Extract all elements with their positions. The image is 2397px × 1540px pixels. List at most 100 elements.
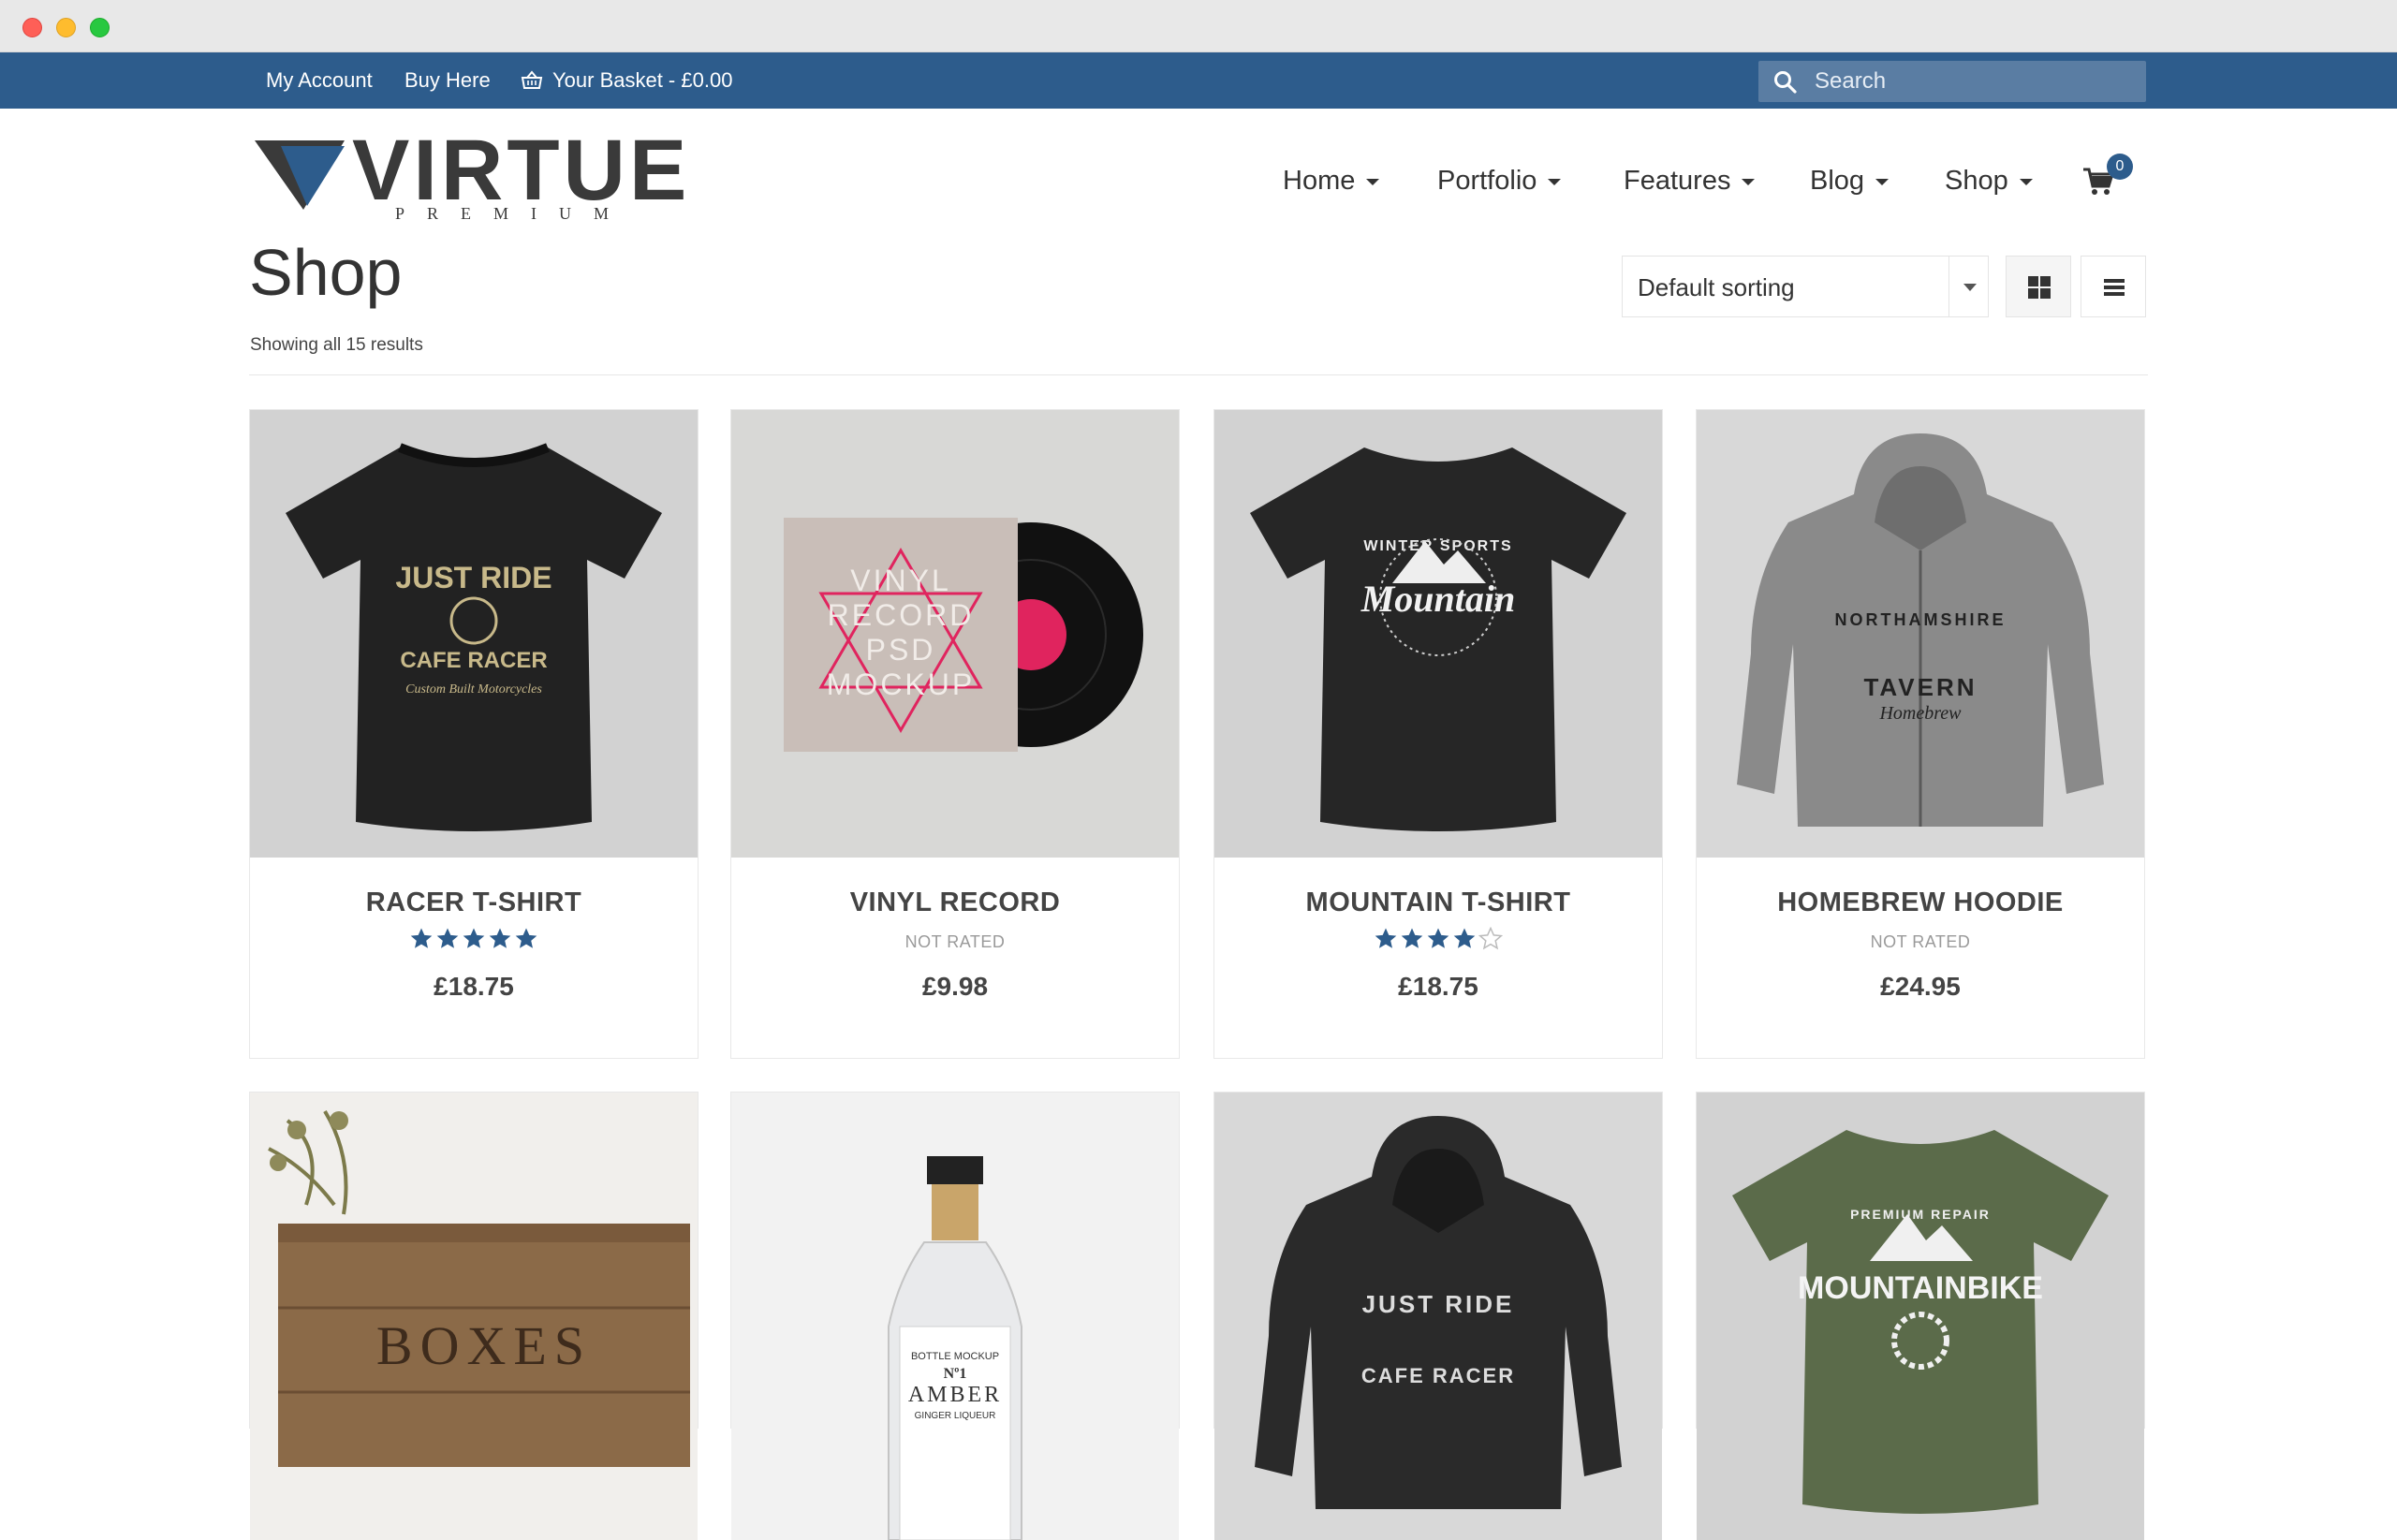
nav-item-blog[interactable]: Blog (1810, 157, 1890, 204)
product-image[interactable]: BOTTLE MOCKUP Nº1 AMBER GINGER LIQUEUR (731, 1093, 1179, 1540)
nav-item-label: Features (1624, 166, 1731, 196)
grid-icon (2028, 276, 2051, 299)
sorting-select-value: Default sorting (1638, 273, 1795, 301)
not-rated-label: NOT RATED (904, 932, 1006, 951)
product-card[interactable]: VINYL RECORD PSD MOCKUP VINYL RECORD NOT… (730, 409, 1180, 1059)
nav-item-label: Blog (1810, 166, 1865, 196)
star-filled-icon (515, 928, 537, 948)
basket-link[interactable]: Your Basket - £0.00 (552, 52, 732, 109)
product-card[interactable]: BOXES (249, 1092, 699, 1540)
image-text: WINTER SPORTS (1363, 538, 1512, 554)
hoodie-image: JUST RIDE CAFE RACER (1214, 1093, 1662, 1540)
product-name[interactable]: VINYL RECORD (731, 887, 1179, 918)
window-titlebar (0, 0, 2397, 52)
product-image[interactable]: JUST RIDE CAFE RACER (1214, 1093, 1662, 1540)
image-text: Custom Built Motorcycles (405, 682, 542, 697)
image-text: RECORD (828, 598, 975, 632)
image-text: AMBER (908, 1383, 1002, 1407)
wooden-box-image: BOXES (250, 1093, 698, 1540)
list-icon (2104, 279, 2125, 296)
nav-item-shop[interactable]: Shop (1945, 157, 2033, 204)
product-card[interactable]: JUST RIDE CAFE RACER Custom Built Motorc… (249, 409, 699, 1059)
image-text: CAFE RACER (1361, 1364, 1515, 1387)
product-card[interactable]: WINTER SPORTS Mountain MOUNTAIN T-SHIRT … (1213, 409, 1663, 1059)
product-image[interactable]: NORTHAMSHIRE TAVERN Homebrew (1697, 410, 2144, 858)
product-card[interactable]: PREMIUM REPAIR MOUNTAINBIKE (1696, 1092, 2145, 1540)
product-price: £24.95 (1880, 972, 1961, 1001)
close-window-button[interactable] (22, 18, 42, 37)
nav-item-features[interactable]: Features (1624, 157, 1756, 204)
image-text: CAFE RACER (400, 648, 547, 673)
star-filled-icon (436, 928, 459, 948)
star-filled-icon (489, 928, 511, 948)
nav-item-label: Portfolio (1437, 166, 1537, 196)
tshirt-image: PREMIUM REPAIR MOUNTAINBIKE (1697, 1093, 2144, 1540)
product-name[interactable]: MOUNTAIN T-SHIRT (1214, 887, 1662, 918)
chevron-down-icon (1548, 178, 1562, 185)
my-account-link[interactable]: My Account (266, 52, 373, 109)
page-title: Shop (249, 236, 403, 309)
star-filled-icon (1375, 928, 1397, 948)
buy-here-link[interactable]: Buy Here (404, 52, 491, 109)
select-divider (1948, 257, 1949, 316)
image-text: Homebrew (1878, 703, 1962, 724)
product-card[interactable]: JUST RIDE CAFE RACER (1213, 1092, 1663, 1540)
list-view-button[interactable] (2081, 256, 2146, 317)
product-name[interactable]: HOMEBREW HOODIE (1697, 887, 2144, 918)
product-image[interactable]: VINYL RECORD PSD MOCKUP (731, 410, 1179, 858)
chevron-down-icon (1963, 284, 1977, 291)
image-text: JUST RIDE (395, 561, 551, 594)
tshirt-image: WINTER SPORTS Mountain (1214, 410, 1662, 858)
divider (249, 374, 2148, 375)
result-count: Showing all 15 results (250, 335, 423, 355)
image-text: BOXES (376, 1315, 592, 1376)
product-image[interactable]: PREMIUM REPAIR MOUNTAINBIKE (1697, 1093, 2144, 1540)
search-input[interactable] (1815, 61, 2133, 102)
product-image[interactable]: JUST RIDE CAFE RACER Custom Built Motorc… (250, 410, 698, 858)
nav-item-label: Home (1283, 166, 1356, 196)
chevron-down-icon (1875, 178, 1890, 185)
star-filled-icon (463, 928, 485, 948)
product-image[interactable]: BOXES (250, 1093, 698, 1540)
search-box (1758, 61, 2146, 102)
product-card[interactable]: BOTTLE MOCKUP Nº1 AMBER GINGER LIQUEUR (730, 1092, 1180, 1540)
image-text: NORTHAMSHIRE (1835, 610, 2007, 629)
top-bar: My Account Buy Here Your Basket - £0.00 (0, 52, 2397, 109)
product-price: £18.75 (434, 972, 514, 1001)
image-text: VINYL (850, 564, 950, 597)
logo-subtitle: PREMIUM (395, 204, 632, 223)
star-filled-icon (1401, 928, 1423, 948)
maximize-window-button[interactable] (90, 18, 110, 37)
image-text: GINGER LIQUEUR (915, 1411, 996, 1421)
sorting-select[interactable]: Default sorting (1622, 256, 1989, 317)
grid-view-button[interactable] (2006, 256, 2071, 317)
chevron-down-icon (1366, 178, 1380, 185)
bottle-image: BOTTLE MOCKUP Nº1 AMBER GINGER LIQUEUR (731, 1093, 1179, 1540)
nav-item-home[interactable]: Home (1283, 157, 1380, 204)
nav-item-label: Shop (1945, 166, 2008, 196)
site-logo[interactable]: VIRTUE PREMIUM (255, 127, 695, 225)
nav-item-portfolio[interactable]: Portfolio (1437, 157, 1562, 204)
tshirt-image: JUST RIDE CAFE RACER Custom Built Motorc… (250, 410, 698, 858)
chevron-down-icon (1742, 178, 1756, 185)
product-card[interactable]: NORTHAMSHIRE TAVERN Homebrew HOMEBREW HO… (1696, 409, 2145, 1059)
image-text: Nº1 (944, 1366, 967, 1382)
product-name[interactable]: RACER T-SHIRT (250, 887, 698, 918)
basket-icon (521, 70, 543, 89)
image-text: PREMIUM REPAIR (1850, 1207, 1991, 1222)
star-filled-icon (1453, 928, 1476, 948)
minimize-window-button[interactable] (56, 18, 76, 37)
image-text: MOUNTAINBIKE (1798, 1270, 2043, 1306)
product-price: £18.75 (1398, 972, 1478, 1001)
star-filled-icon (1427, 928, 1449, 948)
search-icon[interactable] (1773, 70, 1798, 95)
cart-button[interactable]: 0 (2082, 154, 2139, 204)
image-text: MOCKUP (827, 667, 975, 701)
logo-title: VIRTUE (352, 123, 691, 218)
chevron-down-icon (2019, 178, 2033, 185)
star-rating (250, 927, 698, 955)
not-rated-label: NOT RATED (1870, 932, 1971, 951)
hoodie-image: NORTHAMSHIRE TAVERN Homebrew (1697, 410, 2144, 858)
product-price: £9.98 (921, 972, 989, 1001)
product-image[interactable]: WINTER SPORTS Mountain (1214, 410, 1662, 858)
